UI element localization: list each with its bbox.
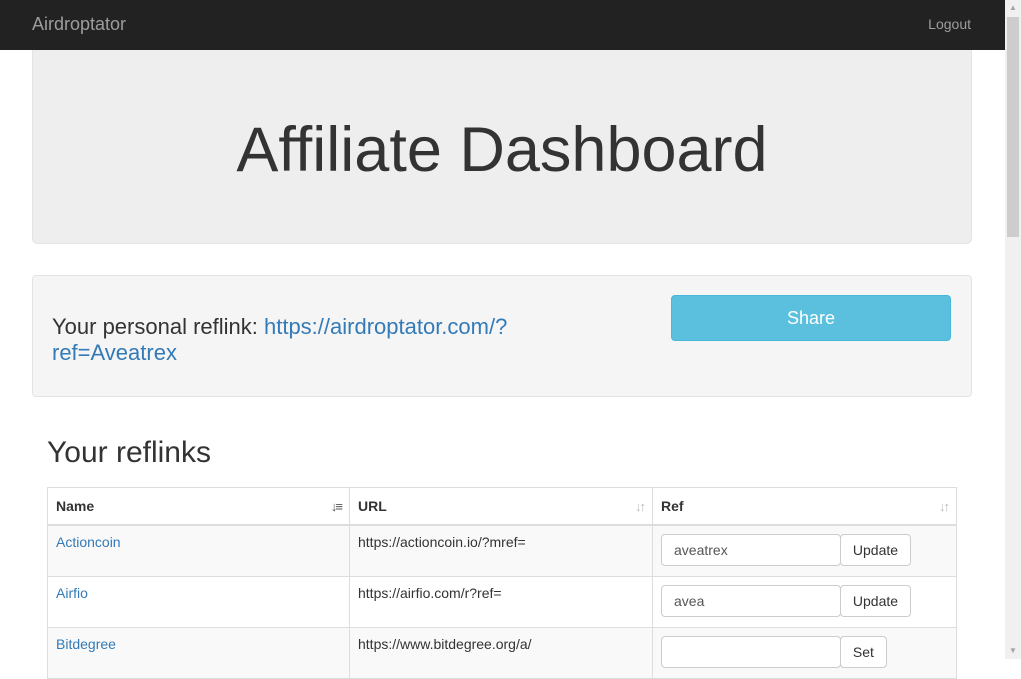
logout-link[interactable]: Logout [928, 16, 971, 32]
column-header-ref-label: Ref [661, 498, 684, 514]
ref-input[interactable] [661, 534, 841, 566]
sort-icon[interactable]: ↓↑ [939, 499, 950, 514]
table-row: Bitdegree https://www.bitdegree.org/a/ S… [47, 627, 957, 679]
update-button[interactable]: Update [839, 534, 912, 566]
row-name-link[interactable]: Bitdegree [56, 636, 116, 652]
ref-input[interactable] [661, 636, 841, 668]
set-button[interactable]: Set [839, 636, 887, 668]
scroll-down-icon[interactable]: ▼ [1005, 643, 1021, 659]
column-header-name[interactable]: Name ↓≡ [47, 487, 350, 526]
scrollbar-thumb[interactable] [1007, 17, 1019, 237]
column-header-url[interactable]: URL ↓↑ [349, 487, 653, 526]
reflink-panel: Your personal reflink: https://airdropta… [32, 275, 972, 397]
row-name-link[interactable]: Actioncoin [56, 534, 121, 550]
column-header-url-label: URL [358, 498, 387, 514]
table-row: Airfio https://airfio.com/r?ref= Update [47, 576, 957, 628]
row-url: https://actioncoin.io/?mref= [349, 524, 653, 577]
row-url: https://airfio.com/r?ref= [349, 576, 653, 628]
update-button[interactable]: Update [839, 585, 912, 617]
row-url: https://www.bitdegree.org/a/ [349, 627, 653, 679]
ref-input[interactable] [661, 585, 841, 617]
vertical-scrollbar[interactable]: ▲ ▼ [1005, 0, 1021, 659]
column-header-ref[interactable]: Ref ↓↑ [652, 487, 957, 526]
table-row: Actioncoin https://actioncoin.io/?mref= … [47, 524, 957, 577]
page-title: Affiliate Dashboard [236, 115, 768, 185]
row-name-link[interactable]: Airfio [56, 585, 88, 601]
navbar: Airdroptator Logout [0, 0, 1005, 50]
jumbotron: Affiliate Dashboard [32, 50, 972, 244]
reflink-label: Your personal reflink: [52, 314, 264, 339]
scroll-up-icon[interactable]: ▲ [1005, 0, 1021, 16]
reflink-text: Your personal reflink: https://airdropta… [52, 314, 572, 366]
sort-alpha-icon[interactable]: ↓≡ [331, 499, 343, 514]
reflinks-table: Name ↓≡ URL ↓↑ Ref ↓↑ Actioncoin https:/… [47, 487, 957, 679]
share-button[interactable]: Share [671, 295, 951, 341]
sort-icon[interactable]: ↓↑ [635, 499, 646, 514]
reflinks-heading: Your reflinks [47, 436, 211, 469]
brand-link[interactable]: Airdroptator [32, 14, 126, 35]
column-header-name-label: Name [56, 498, 95, 514]
